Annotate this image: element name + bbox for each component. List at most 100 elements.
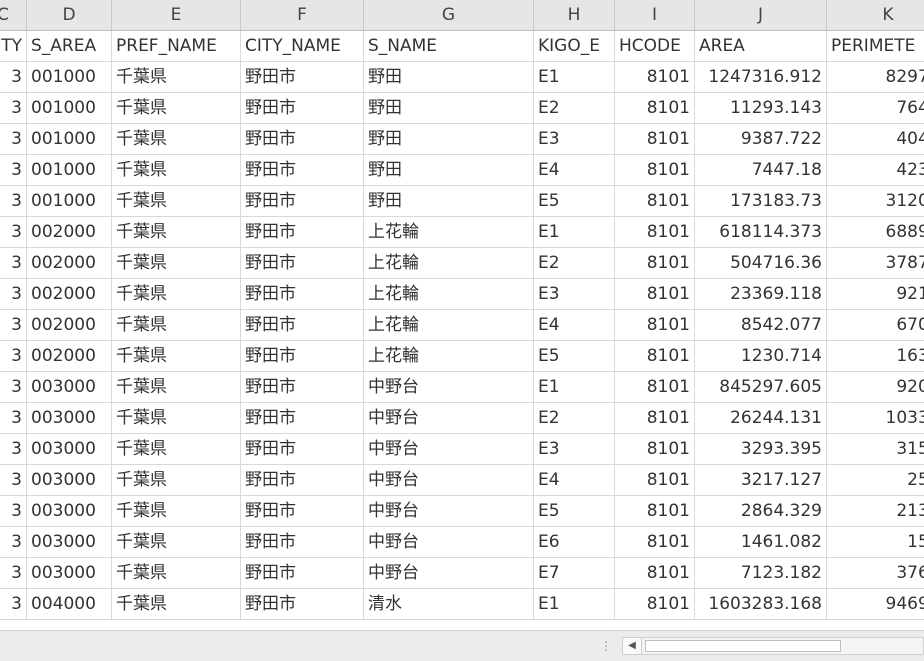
table-cell[interactable]: 野田市 [241, 589, 364, 619]
table-cell[interactable]: 423.8 [827, 155, 924, 185]
table-cell[interactable]: 8101 [615, 589, 695, 619]
table-cell[interactable]: 9387.722 [695, 124, 827, 154]
table-cell[interactable]: 8101 [615, 248, 695, 278]
table-cell[interactable]: 213.1 [827, 496, 924, 526]
table-cell[interactable]: 野田市 [241, 62, 364, 92]
table-cell[interactable]: 野田市 [241, 372, 364, 402]
header-cell[interactable]: PERIMETE [827, 31, 924, 61]
table-cell[interactable]: 3 [0, 279, 27, 309]
table-cell[interactable]: 3 [0, 248, 27, 278]
table-cell[interactable]: 3 [0, 589, 27, 619]
table-cell[interactable]: 8101 [615, 403, 695, 433]
table-cell[interactable]: 千葉県 [112, 124, 241, 154]
table-cell[interactable]: 上花輪 [364, 248, 534, 278]
table-cell[interactable]: 中野台 [364, 527, 534, 557]
table-cell[interactable]: 3120.4 [827, 186, 924, 216]
table-cell[interactable]: 3 [0, 217, 27, 247]
table-cell[interactable]: 001000 [27, 124, 112, 154]
table-cell[interactable]: 158. [827, 527, 924, 557]
table-cell[interactable]: 8101 [615, 186, 695, 216]
table-cell[interactable]: 野田 [364, 93, 534, 123]
table-cell[interactable]: 003000 [27, 465, 112, 495]
table-cell[interactable]: 中野台 [364, 434, 534, 464]
column-header-h[interactable]: H [534, 0, 615, 30]
table-cell[interactable]: 3 [0, 465, 27, 495]
table-cell[interactable]: 7447.18 [695, 155, 827, 185]
table-cell[interactable]: 千葉県 [112, 217, 241, 247]
table-cell[interactable]: 上花輪 [364, 217, 534, 247]
table-cell[interactable]: 8101 [615, 558, 695, 588]
table-cell[interactable]: 3 [0, 527, 27, 557]
column-header-d[interactable]: D [27, 0, 112, 30]
table-cell[interactable]: 8101 [615, 62, 695, 92]
spreadsheet-grid[interactable]: CDEFGHIJK TY S_AREA PREF_NAME CITY_NAME S_NA… [0, 0, 924, 630]
table-cell[interactable]: 中野台 [364, 465, 534, 495]
table-cell[interactable]: 8101 [615, 341, 695, 371]
table-cell[interactable]: 3 [0, 310, 27, 340]
table-cell[interactable]: E3 [534, 124, 615, 154]
table-cell[interactable]: 野田 [364, 62, 534, 92]
table-cell[interactable]: 3 [0, 341, 27, 371]
table-cell[interactable]: 163.5 [827, 341, 924, 371]
table-cell[interactable]: 野田市 [241, 217, 364, 247]
table-cell[interactable]: 8101 [615, 217, 695, 247]
table-cell[interactable]: 千葉県 [112, 93, 241, 123]
table-cell[interactable]: 3 [0, 124, 27, 154]
table-cell[interactable]: 23369.118 [695, 279, 827, 309]
table-cell[interactable]: 001000 [27, 186, 112, 216]
table-cell[interactable]: 315.4 [827, 434, 924, 464]
table-cell[interactable]: E2 [534, 403, 615, 433]
table-cell[interactable]: 8101 [615, 527, 695, 557]
table-cell[interactable]: 8101 [615, 279, 695, 309]
table-cell[interactable]: 404.4 [827, 124, 924, 154]
table-cell[interactable]: 千葉県 [112, 589, 241, 619]
table-cell[interactable]: 中野台 [364, 558, 534, 588]
table-cell[interactable]: 千葉県 [112, 310, 241, 340]
table-cell[interactable]: 千葉県 [112, 496, 241, 526]
table-cell[interactable]: E5 [534, 496, 615, 526]
column-header-f[interactable]: F [241, 0, 364, 30]
table-cell[interactable]: 3 [0, 186, 27, 216]
column-header-e[interactable]: E [112, 0, 241, 30]
table-cell[interactable]: 野田市 [241, 124, 364, 154]
table-cell[interactable]: 002000 [27, 248, 112, 278]
table-cell[interactable]: 千葉県 [112, 558, 241, 588]
table-cell[interactable]: 8101 [615, 434, 695, 464]
table-cell[interactable]: 千葉県 [112, 341, 241, 371]
table-cell[interactable]: 野田市 [241, 434, 364, 464]
table-cell[interactable]: 3 [0, 558, 27, 588]
table-cell[interactable]: 618114.373 [695, 217, 827, 247]
header-cell[interactable]: KIGO_E [534, 31, 615, 61]
table-cell[interactable]: 中野台 [364, 496, 534, 526]
table-cell[interactable]: 002000 [27, 341, 112, 371]
table-cell[interactable]: 3293.395 [695, 434, 827, 464]
table-cell[interactable]: 3787.1 [827, 248, 924, 278]
table-cell[interactable]: E1 [534, 589, 615, 619]
table-cell[interactable]: 26244.131 [695, 403, 827, 433]
table-cell[interactable]: 3 [0, 155, 27, 185]
table-cell[interactable]: 001000 [27, 93, 112, 123]
table-cell[interactable]: 2864.329 [695, 496, 827, 526]
table-cell[interactable]: 野田市 [241, 93, 364, 123]
table-cell[interactable]: E6 [534, 527, 615, 557]
table-cell[interactable]: 3 [0, 62, 27, 92]
table-cell[interactable]: 670.9 [827, 310, 924, 340]
triangle-left-icon[interactable]: ◀ [623, 638, 642, 654]
table-cell[interactable]: 8101 [615, 310, 695, 340]
table-cell[interactable]: 253. [827, 465, 924, 495]
table-cell[interactable]: 8101 [615, 155, 695, 185]
table-cell[interactable]: 中野台 [364, 372, 534, 402]
column-header-i[interactable]: I [615, 0, 695, 30]
table-cell[interactable]: E1 [534, 62, 615, 92]
table-cell[interactable]: 野田市 [241, 279, 364, 309]
header-cell[interactable]: S_AREA [27, 31, 112, 61]
table-cell[interactable]: 004000 [27, 589, 112, 619]
table-cell[interactable]: E4 [534, 155, 615, 185]
table-cell[interactable]: 8297.6 [827, 62, 924, 92]
table-cell[interactable]: 504716.36 [695, 248, 827, 278]
table-cell[interactable]: 野田 [364, 155, 534, 185]
table-cell[interactable]: 千葉県 [112, 372, 241, 402]
table-cell[interactable]: 清水 [364, 589, 534, 619]
table-cell[interactable]: 8101 [615, 372, 695, 402]
table-cell[interactable]: 921.6 [827, 279, 924, 309]
